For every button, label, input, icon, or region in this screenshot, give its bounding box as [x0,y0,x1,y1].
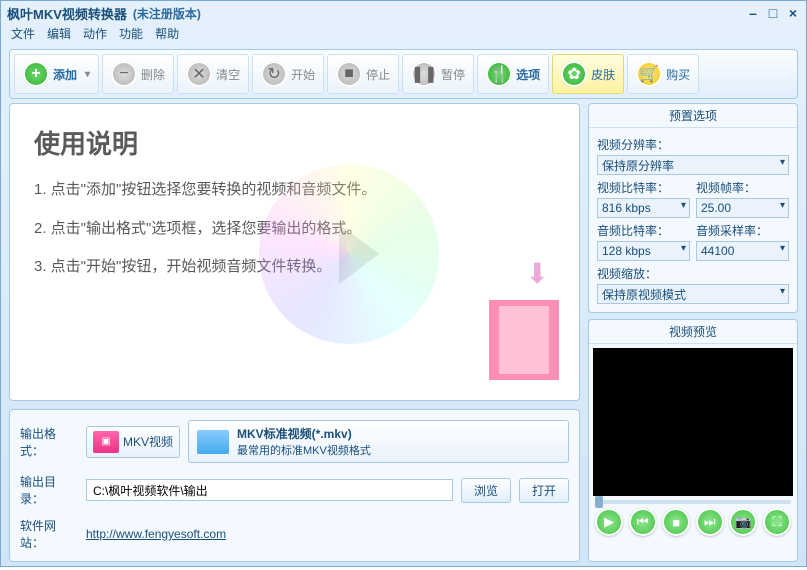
x-icon: ✕ [186,61,212,87]
site-label: 软件网站： [20,517,78,551]
pause-icon: ❚❚ [411,61,437,87]
open-button[interactable]: 打开 [519,478,569,503]
arrow-down-icon: ⬇ [526,257,549,290]
cart-icon: 🛒 [636,61,662,87]
site-link[interactable]: http://www.fengyesoft.com [86,527,226,541]
instructions-heading: 使用说明 [34,124,555,161]
snapshot-button[interactable]: 📷 [729,508,757,536]
folder-icon [197,430,229,454]
add-button[interactable]: +添加▾ [14,54,99,94]
browse-button[interactable]: 浏览 [461,478,511,503]
audio-rate-select[interactable] [696,241,789,261]
start-button[interactable]: ↻开始 [252,54,324,94]
preview-title: 视频预览 [589,320,797,344]
menubar: 文件 编辑 动作 功能 帮助 [1,25,806,45]
chevron-down-icon: ▾ [85,69,90,80]
stop-icon: ■ [336,61,362,87]
video-zoom-label: 视频缩放： [597,265,789,282]
audio-bitrate-label: 音频比特率： [597,222,690,239]
audio-rate-label: 音频采样率： [696,222,789,239]
plus-icon: + [23,61,49,87]
video-res-select[interactable] [597,155,789,175]
output-dir-label: 输出目录： [20,473,78,507]
play-button[interactable]: ▶ [595,508,623,536]
preset-panel: 预置选项 视频分辨率： 视频比特率： 视频帧率： [588,103,798,313]
prev-button[interactable]: ⏮ [629,508,657,536]
menu-edit[interactable]: 编辑 [47,25,71,45]
minimize-button[interactable]: – [746,6,760,20]
toolbar: +添加▾ −删除 ✕清空 ↻开始 ■停止 ❚❚暂停 🍴选项 ✿皮肤 🛒购买 [9,49,798,99]
app-title: 枫叶MKV视频转换器 [7,4,127,23]
maximize-button[interactable]: □ [766,6,780,20]
next-button[interactable]: ⏭ [696,508,724,536]
pause-button[interactable]: ❚❚暂停 [402,54,474,94]
preview-screen [593,348,793,496]
output-format-label: 输出格式： [20,425,78,459]
video-bitrate-select[interactable] [597,198,690,218]
stop-button[interactable]: ■停止 [327,54,399,94]
video-zoom-select[interactable] [597,284,789,304]
output-panel: 输出格式： ▣ MKV视频 MKV标准视频(*.mkv) 最常用的标准MKV视频… [9,409,580,562]
skin-button[interactable]: ✿皮肤 [552,54,624,94]
menu-file[interactable]: 文件 [11,25,35,45]
audio-bitrate-select[interactable] [597,241,690,261]
menu-action[interactable]: 动作 [83,25,107,45]
stop-preview-button[interactable]: ■ [662,508,690,536]
tools-icon: 🍴 [486,61,512,87]
seek-slider[interactable] [595,500,791,504]
output-dir-input[interactable] [86,479,453,501]
mkv-icon: ▣ [93,431,119,453]
output-format-desc[interactable]: MKV标准视频(*.mkv) 最常用的标准MKV视频格式 [188,420,569,463]
titlebar: 枫叶MKV视频转换器 (未注册版本) – □ × [1,1,806,25]
main-window: 枫叶MKV视频转换器 (未注册版本) – □ × 文件 编辑 动作 功能 帮助 … [0,0,807,567]
film-icon [489,300,559,380]
delete-button[interactable]: −删除 [102,54,174,94]
app-subtitle: (未注册版本) [133,5,201,22]
fullscreen-button[interactable]: ⛶ [763,508,791,536]
options-button[interactable]: 🍴选项 [477,54,549,94]
video-res-label: 视频分辨率： [597,136,789,153]
preset-title: 预置选项 [589,104,797,128]
buy-button[interactable]: 🛒购买 [627,54,699,94]
minus-icon: − [111,61,137,87]
content-area: ⬇ 使用说明 1. 点击"添加"按钮选择您要转换的视频和音频文件。 2. 点击"… [9,103,580,401]
preview-panel: 视频预览 ▶ ⏮ ■ ⏭ 📷 ⛶ [588,319,798,562]
play-icon [339,224,379,284]
output-format-button[interactable]: ▣ MKV视频 [86,426,180,458]
clear-button[interactable]: ✕清空 [177,54,249,94]
video-bitrate-label: 视频比特率： [597,179,690,196]
apple-icon: ✿ [561,61,587,87]
menu-function[interactable]: 功能 [119,25,143,45]
video-fps-label: 视频帧率： [696,179,789,196]
video-fps-select[interactable] [696,198,789,218]
menu-help[interactable]: 帮助 [155,25,179,45]
close-button[interactable]: × [786,6,800,20]
refresh-icon: ↻ [261,61,287,87]
